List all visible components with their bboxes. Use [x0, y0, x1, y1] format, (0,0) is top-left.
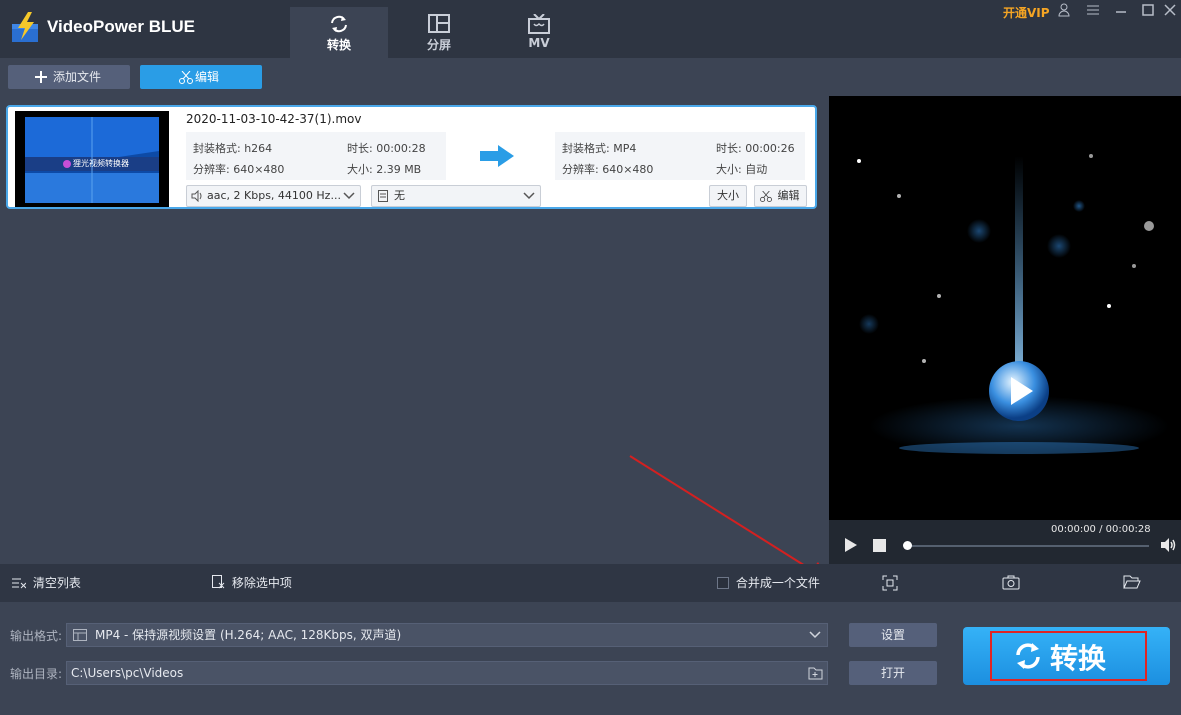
subtitle-value: 无: [394, 189, 405, 202]
arrow-right-icon: [480, 145, 514, 167]
minimize-icon[interactable]: [1115, 3, 1127, 21]
checkbox-box[interactable]: [717, 577, 729, 589]
progress-knob[interactable]: [903, 541, 912, 550]
edit-button[interactable]: 编辑: [140, 65, 262, 89]
progress-track[interactable]: [906, 545, 1149, 547]
app-logo-icon: [12, 12, 38, 42]
output-dir-field[interactable]: C:\Users\pc\Videos: [66, 661, 828, 685]
play-icon[interactable]: [845, 538, 857, 552]
camera-icon[interactable]: [1002, 575, 1020, 590]
user-icon[interactable]: [1058, 3, 1070, 21]
chevron-down-icon: [809, 631, 821, 639]
target-container: 封装格式: MP4: [562, 142, 637, 155]
volume-icon[interactable]: [1160, 538, 1176, 552]
chevron-down-icon: [523, 192, 535, 200]
edit-label: 编辑: [195, 70, 220, 84]
source-size: 大小: 2.39 MB: [347, 163, 422, 176]
vip-link[interactable]: 开通VIP: [1003, 4, 1050, 21]
refresh-icon: [331, 15, 347, 33]
clear-list-button[interactable]: 清空列表: [12, 574, 81, 591]
source-duration: 时长: 00:00:28: [347, 142, 426, 155]
audio-track-value: aac, 2 Kbps, 44100 Hz...: [207, 189, 341, 202]
target-resolution: 分辨率: 640×480: [562, 163, 654, 176]
crop-icon[interactable]: [882, 575, 898, 591]
chevron-down-icon: [343, 192, 355, 200]
remove-selected-button[interactable]: 移除选中项: [212, 574, 292, 591]
folder-icon[interactable]: [808, 667, 823, 680]
output-dir-value: C:\Users\pc\Videos: [71, 666, 184, 680]
merge-checkbox[interactable]: 合并成一个文件: [717, 574, 820, 591]
audio-track-select[interactable]: aac, 2 Kbps, 44100 Hz...: [186, 185, 361, 207]
highlight-box: [990, 631, 1147, 681]
format-icon: [73, 629, 87, 641]
tab-label: 转换: [326, 38, 351, 52]
clear-list-label: 清空列表: [32, 576, 81, 590]
open-folder-button[interactable]: 打开: [849, 661, 937, 685]
player-controls: 00:00:00 / 00:00:28: [829, 520, 1181, 564]
tab-mv[interactable]: MV: [490, 7, 588, 58]
close-icon[interactable]: [1164, 3, 1176, 21]
thumbnail-caption: 狸光视频转换器: [73, 159, 129, 168]
video-thumbnail: 狸光视频转换器: [15, 111, 169, 207]
remove-file-icon: [212, 575, 225, 589]
output-format-label: 输出格式:: [10, 629, 63, 643]
target-duration: 时长: 00:00:26: [716, 142, 795, 155]
tab-split-screen[interactable]: 分屏: [390, 7, 488, 58]
output-format-value: MP4 - 保持源视频设置 (H.264; AAC, 128Kbps, 双声道): [95, 628, 402, 642]
action-bar: 清空列表 移除选中项 合并成一个文件: [0, 564, 1181, 602]
tab-convert[interactable]: 转换: [290, 7, 388, 58]
menu-icon[interactable]: [1086, 3, 1100, 21]
tv-icon: [528, 14, 550, 34]
file-list: 狸光视频转换器 2020-11-03-10-42-37(1).mov 封装格式:…: [0, 96, 830, 582]
target-size: 大小: 自动: [716, 163, 768, 176]
clear-list-icon: [12, 578, 27, 589]
size-button[interactable]: 大小: [709, 185, 747, 207]
scissors-icon: [760, 191, 772, 202]
subtitle-select[interactable]: 无: [371, 185, 541, 207]
output-format-select[interactable]: MP4 - 保持源视频设置 (H.264; AAC, 128Kbps, 双声道): [66, 623, 828, 647]
toolbar: 添加文件 编辑: [0, 58, 1181, 96]
folder-open-icon[interactable]: [1123, 575, 1141, 589]
file-edit-label: 编辑: [777, 189, 800, 202]
maximize-icon[interactable]: [1142, 3, 1154, 21]
stop-icon[interactable]: [873, 539, 886, 552]
file-item[interactable]: 狸光视频转换器 2020-11-03-10-42-37(1).mov 封装格式:…: [6, 105, 817, 209]
file-edit-button[interactable]: 编辑: [754, 185, 807, 207]
tab-label: MV: [528, 36, 550, 50]
output-panel: 输出格式: MP4 - 保持源视频设置 (H.264; AAC, 128Kbps…: [0, 602, 1181, 715]
add-file-label: 添加文件: [53, 70, 102, 84]
source-info: 封装格式: h264 时长: 00:00:28 分辨率: 640×480 大小:…: [186, 132, 446, 180]
app-title: VideoPower BLUE: [47, 17, 195, 36]
merge-label: 合并成一个文件: [735, 576, 820, 590]
scissors-icon: [179, 71, 193, 84]
file-name: 2020-11-03-10-42-37(1).mov: [186, 112, 362, 126]
target-info: 封装格式: MP4 时长: 00:00:26 分辨率: 640×480 大小: …: [555, 132, 805, 180]
video-preview[interactable]: [829, 96, 1181, 520]
playback-time: 00:00:00 / 00:00:28: [1051, 524, 1151, 535]
remove-selected-label: 移除选中项: [231, 576, 292, 590]
plus-icon: [35, 71, 47, 83]
source-resolution: 分辨率: 640×480: [193, 163, 285, 176]
source-container: 封装格式: h264: [193, 142, 273, 155]
tab-label: 分屏: [426, 38, 451, 52]
speaker-icon: [191, 190, 202, 202]
add-file-button[interactable]: 添加文件: [8, 65, 130, 89]
settings-button[interactable]: 设置: [849, 623, 937, 647]
document-icon: [378, 190, 388, 202]
title-bar: VideoPower BLUE 转换 分屏 MV 开通VIP: [0, 0, 1181, 58]
split-screen-icon: [428, 14, 450, 33]
convert-button[interactable]: 转换: [963, 627, 1170, 685]
output-dir-label: 输出目录:: [10, 667, 63, 681]
